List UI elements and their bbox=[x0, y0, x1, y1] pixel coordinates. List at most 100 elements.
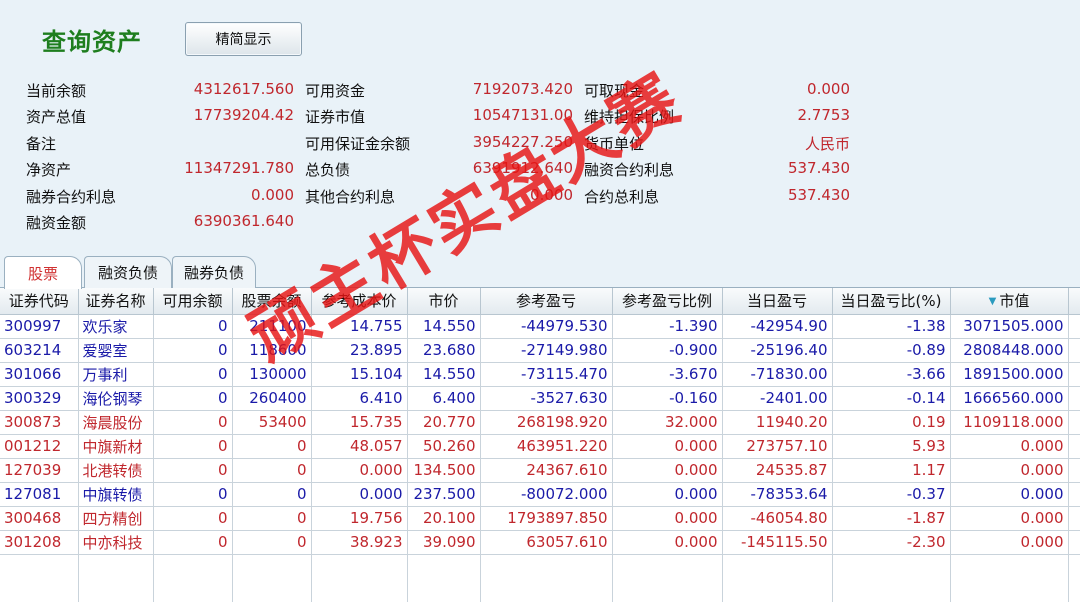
table-row[interactable]: 127039 北港转债 0 0 0.000 134.500 24367.610 0.000 24… bbox=[0, 458, 1080, 483]
table-cell: 463951.220 bbox=[480, 434, 613, 459]
table-cell: 19.756 bbox=[311, 506, 408, 531]
table-cell: 301208 bbox=[0, 530, 79, 555]
table-row[interactable]: 127081 中旗转债 0 0 0.000 237.500 -80072.000 0.000-… bbox=[0, 482, 1080, 507]
summary-value: 0.000 bbox=[530, 186, 573, 204]
table-cell: 300997 bbox=[0, 314, 79, 339]
table-cell: 38.923 bbox=[311, 530, 408, 555]
table-cell: 211100 bbox=[232, 314, 312, 339]
column-header-balance[interactable]: 股票余额 bbox=[232, 288, 312, 315]
table-row[interactable]: 301208 中亦科技 0 0 38.923 39.090 63057.610 0.000 -1… bbox=[0, 530, 1080, 555]
table-cell: 0.000 bbox=[950, 434, 1069, 459]
tab-short-debt[interactable]: 融券负债 bbox=[172, 256, 256, 288]
table-cell: 14.755 bbox=[311, 314, 408, 339]
summary-label: 合约总利息 bbox=[584, 188, 660, 206]
empty-cell bbox=[832, 554, 951, 602]
table-cell: 0 bbox=[153, 434, 233, 459]
table-cell: 14.550 bbox=[407, 314, 481, 339]
table-cell: -78353.64 bbox=[722, 482, 833, 507]
table-cell: 0.000 bbox=[612, 458, 723, 483]
table-cell: -0.14 bbox=[832, 386, 951, 411]
table-cell: 0 bbox=[232, 506, 312, 531]
empty-cell bbox=[78, 554, 154, 602]
table-cell: -0.160 bbox=[612, 386, 723, 411]
column-header-pnl-ratio[interactable]: 参考盈亏比例 bbox=[612, 288, 723, 315]
summary-label: 可取现金 bbox=[584, 82, 645, 100]
table-cell: 0.000 bbox=[950, 530, 1069, 555]
summary-value: 7192073.420 bbox=[472, 80, 573, 98]
column-header-pnl[interactable]: 参考盈亏 bbox=[480, 288, 613, 315]
table-cell: 300329 bbox=[0, 386, 79, 411]
tab-stocks[interactable]: 股票 bbox=[4, 256, 82, 289]
table-cell: -44979.530 bbox=[480, 314, 613, 339]
table-cell-filler bbox=[1068, 362, 1080, 387]
table-cell: 0 bbox=[153, 386, 233, 411]
holdings-grid: 证券代码 证券名称 可用余额 股票余额 参考成本价 市价 参考盈亏 参考盈亏比例… bbox=[0, 288, 1080, 602]
table-cell: 1891500.000 bbox=[950, 362, 1069, 387]
table-row[interactable]: 300329 海伦钢琴 0 260400 6.410 6.400 -3527.630 -0.1… bbox=[0, 386, 1080, 411]
summary-value: 6391912.640 bbox=[472, 159, 573, 177]
column-header-code[interactable]: 证券代码 bbox=[0, 288, 79, 315]
table-cell: 5.93 bbox=[832, 434, 951, 459]
table-cell: 北港转债 bbox=[78, 458, 154, 483]
table-cell: 20.100 bbox=[407, 506, 481, 531]
table-cell: -0.900 bbox=[612, 338, 723, 363]
column-header-cost[interactable]: 参考成本价 bbox=[311, 288, 408, 315]
table-cell: 53400 bbox=[232, 410, 312, 435]
table-cell: 0 bbox=[153, 314, 233, 339]
column-header-day-pnl[interactable]: 当日盈亏 bbox=[722, 288, 833, 315]
table-cell: 15.735 bbox=[311, 410, 408, 435]
table-cell: 中亦科技 bbox=[78, 530, 154, 555]
table-cell: 3071505.000 bbox=[950, 314, 1069, 339]
table-cell: 48.057 bbox=[311, 434, 408, 459]
table-row[interactable]: 300873 海晨股份 0 53400 15.735 20.770 268198.920 32… bbox=[0, 410, 1080, 435]
table-cell: 273757.10 bbox=[722, 434, 833, 459]
table-cell: 6.410 bbox=[311, 386, 408, 411]
table-cell: 127081 bbox=[0, 482, 79, 507]
table-cell: 0 bbox=[232, 458, 312, 483]
summary-value: 537.430 bbox=[787, 159, 850, 177]
column-header-market-value[interactable]: ▼ 市值 bbox=[950, 288, 1069, 315]
table-row[interactable]: 300997 欢乐家 0 211100 14.755 14.550 -44979.530 -1… bbox=[0, 314, 1080, 339]
table-row[interactable]: 300468 四方精创 0 0 19.756 20.100 1793897.850 0.000… bbox=[0, 506, 1080, 531]
table-cell-filler bbox=[1068, 530, 1080, 555]
summary-value: 6390361.640 bbox=[193, 212, 294, 230]
table-cell: 2808448.000 bbox=[950, 338, 1069, 363]
table-cell: 603214 bbox=[0, 338, 79, 363]
table-cell: 0.19 bbox=[832, 410, 951, 435]
table-cell: 23.680 bbox=[407, 338, 481, 363]
table-cell: 0.000 bbox=[612, 530, 723, 555]
table-cell: 11940.20 bbox=[722, 410, 833, 435]
table-row[interactable]: 001212 中旗新材 0 0 48.057 50.260 463951.220 0.000 2… bbox=[0, 434, 1080, 459]
table-cell-filler bbox=[1068, 506, 1080, 531]
empty-cell bbox=[722, 554, 833, 602]
table-cell: 24367.610 bbox=[480, 458, 613, 483]
table-cell: -42954.90 bbox=[722, 314, 833, 339]
table-cell: 32.000 bbox=[612, 410, 723, 435]
column-header-available[interactable]: 可用余额 bbox=[153, 288, 233, 315]
summary-label: 当前余额 bbox=[26, 82, 87, 100]
table-cell: -3.670 bbox=[612, 362, 723, 387]
column-header-day-pnl-ratio[interactable]: 当日盈亏比(%) bbox=[832, 288, 951, 315]
column-header-name[interactable]: 证券名称 bbox=[78, 288, 154, 315]
summary-label: 资产总值 bbox=[26, 108, 87, 126]
table-cell: -1.87 bbox=[832, 506, 951, 531]
summary-label: 净资产 bbox=[26, 161, 72, 179]
table-row[interactable]: 603214 爱婴室 0 118600 23.895 23.680 -27149.980 -0… bbox=[0, 338, 1080, 363]
table-row[interactable]: 301066 万事利 0 130000 15.104 14.550 -73115.470 -3… bbox=[0, 362, 1080, 387]
tab-margin-debt[interactable]: 融资负债 bbox=[84, 256, 172, 288]
column-header-extra[interactable] bbox=[1068, 288, 1080, 315]
page-title: 查询资产 bbox=[42, 28, 142, 56]
column-header-price[interactable]: 市价 bbox=[407, 288, 481, 315]
table-cell: 海晨股份 bbox=[78, 410, 154, 435]
table-cell: 63057.610 bbox=[480, 530, 613, 555]
simple-display-button[interactable]: 精简显示 bbox=[185, 22, 302, 56]
table-cell: -0.37 bbox=[832, 482, 951, 507]
summary-label: 融资金额 bbox=[26, 214, 87, 232]
table-cell: 50.260 bbox=[407, 434, 481, 459]
table-cell-filler bbox=[1068, 434, 1080, 459]
table-cell-filler bbox=[1068, 482, 1080, 507]
summary-label: 维持担保比例 bbox=[584, 108, 675, 126]
table-cell: 中旗转债 bbox=[78, 482, 154, 507]
table-cell: 0 bbox=[153, 338, 233, 363]
table-cell: 欢乐家 bbox=[78, 314, 154, 339]
